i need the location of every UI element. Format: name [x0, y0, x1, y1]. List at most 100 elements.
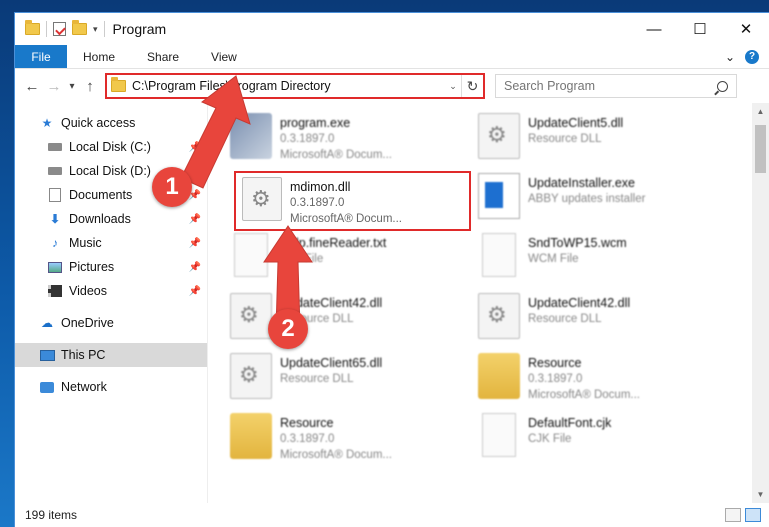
ribbon-right: ⌄ ?	[725, 45, 769, 68]
file-item[interactable]: UpdateClient65.dll Resource DLL	[230, 353, 460, 409]
tab-home[interactable]: Home	[67, 45, 131, 68]
file-name: SndToWP15.wcm	[528, 236, 627, 250]
address-dropdown-chevron-icon[interactable]: ⌄	[445, 81, 461, 92]
new-folder-icon[interactable]	[72, 20, 87, 35]
pin-icon[interactable]: 📌	[189, 286, 201, 297]
tiles-view-icon[interactable]	[745, 508, 761, 522]
file-item[interactable]: SndToWP15.wcm WCM File	[478, 233, 708, 289]
refresh-icon[interactable]: ↻	[461, 75, 483, 97]
minimize-button[interactable]: —	[631, 13, 677, 45]
nav-quick-access[interactable]: ★ Quick access	[15, 111, 207, 135]
navigation-pane: ★ Quick access Local Disk (C:) 📌 Local D…	[15, 103, 208, 503]
pin-icon[interactable]: 📌	[189, 238, 201, 249]
file-description: MicrosoftA® Docum...	[290, 213, 402, 225]
pin-icon[interactable]: 📌	[189, 142, 201, 153]
cloud-icon: ☁	[41, 316, 53, 330]
file-item[interactable]: Help.fineReader.txt TXT File	[230, 233, 460, 289]
dll-file-icon	[478, 113, 520, 159]
help-icon[interactable]: ?	[745, 49, 759, 64]
file-detail: 0.3.1897.0	[280, 433, 335, 445]
file-name: UpdateClient42.dll	[280, 296, 383, 310]
address-path[interactable]: C:\Program Files\Program Directory	[132, 79, 445, 93]
file-detail: Resource DLL	[280, 373, 354, 385]
nav-label: Quick access	[61, 116, 136, 130]
search-box[interactable]	[495, 74, 737, 98]
dll-file-icon	[478, 293, 520, 339]
tab-share[interactable]: Share	[131, 45, 195, 68]
step-badge-2: 2	[268, 309, 308, 349]
search-input[interactable]	[504, 79, 717, 93]
tab-file[interactable]: File	[15, 45, 67, 68]
file-item[interactable]: DefaultFont.cjk CJK File	[478, 413, 708, 469]
nav-music[interactable]: ♪ Music 📌	[15, 231, 207, 255]
file-detail: CJK File	[528, 433, 572, 445]
maximize-button[interactable]: ☐	[677, 13, 723, 45]
item-count: 199 items	[25, 508, 78, 522]
address-bar[interactable]: C:\Program Files\Program Directory ⌄ ↻	[105, 73, 485, 99]
music-note-icon: ♪	[52, 236, 58, 250]
divider	[103, 21, 105, 37]
file-detail: MicrosoftA® Docum...	[528, 389, 640, 401]
text-file-icon	[234, 233, 268, 277]
picture-icon	[48, 261, 62, 273]
ribbon-expand-icon[interactable]: ⌄	[725, 50, 735, 64]
file-item[interactable]: Resource 0.3.1897.0 MicrosoftA® Docum...	[230, 413, 460, 469]
up-arrow-icon[interactable]: ↑	[79, 75, 101, 97]
address-row: ← → ▾ ↑ C:\Program Files\Program Directo…	[15, 69, 769, 103]
nav-label: This PC	[61, 348, 106, 362]
nav-onedrive[interactable]: ☁ OneDrive	[15, 311, 207, 335]
forward-arrow-icon[interactable]: →	[43, 75, 65, 97]
view-switcher	[725, 508, 761, 522]
nav-local-disk-c[interactable]: Local Disk (C:) 📌	[15, 135, 207, 159]
file-item[interactable]: UpdateClient42.dll Resource DLL	[478, 293, 708, 349]
details-view-icon[interactable]	[725, 508, 741, 522]
nav-network[interactable]: Network	[15, 375, 207, 399]
file-item[interactable]: UpdateClient42.dll Resource DLL	[230, 293, 460, 349]
scroll-down-icon[interactable]: ▼	[752, 486, 769, 503]
file-detail: WCM File	[528, 253, 579, 265]
file-item[interactable]: UpdateClient5.dll Resource DLL	[478, 113, 708, 169]
tab-view[interactable]: View	[195, 45, 253, 68]
film-icon	[48, 285, 62, 297]
divider	[46, 21, 47, 37]
file-name: program.exe	[280, 116, 351, 130]
pin-icon[interactable]: 📌	[189, 214, 201, 225]
nav-pictures[interactable]: Pictures 📌	[15, 255, 207, 279]
file-detail: 0.3.1897.0	[528, 373, 583, 385]
customize-toolbar-icon[interactable]: ▾	[93, 24, 98, 35]
recent-locations-chevron-icon[interactable]: ▾	[65, 75, 79, 97]
quick-access-toolbar: ▾	[15, 20, 105, 37]
pin-icon[interactable]: 📌	[189, 262, 201, 273]
scroll-thumb[interactable]	[755, 125, 766, 173]
nav-this-pc[interactable]: This PC	[15, 343, 207, 367]
file-item[interactable]: program.exe 0.3.1897.0 MicrosoftA® Docum…	[230, 113, 460, 169]
file-item[interactable]: UpdateInstaller.exe ABBY updates install…	[478, 173, 708, 229]
file-name: UpdateInstaller.exe	[528, 176, 636, 190]
generic-file-icon	[482, 233, 516, 277]
window-controls: — ☐ ✕	[631, 13, 769, 45]
nav-downloads[interactable]: ⬇ Downloads 📌	[15, 207, 207, 231]
vertical-scrollbar[interactable]: ▲ ▼	[752, 103, 769, 503]
highlighted-file-item[interactable]: mdimon.dll 0.3.1897.0 MicrosoftA® Docum.…	[234, 171, 471, 231]
nav-videos[interactable]: Videos 📌	[15, 279, 207, 303]
pin-icon[interactable]: 📌	[189, 166, 201, 177]
generic-file-icon	[482, 413, 516, 457]
nav-label: Documents	[69, 188, 133, 202]
search-icon[interactable]	[717, 80, 728, 92]
nav-label: Local Disk (C:)	[69, 140, 151, 154]
nav-label: Pictures	[69, 260, 115, 274]
file-name: Help.fineReader.txt	[280, 236, 387, 250]
properties-icon[interactable]	[53, 22, 66, 36]
scroll-up-icon[interactable]: ▲	[752, 103, 769, 120]
file-item[interactable]: Resource 0.3.1897.0 MicrosoftA® Docum...	[478, 353, 708, 409]
nav-label: Music	[69, 236, 102, 250]
resource-file-icon	[478, 353, 520, 399]
nav-label: Local Disk (D:)	[69, 164, 151, 178]
dll-file-icon	[230, 293, 272, 339]
file-detail: MicrosoftA® Docum...	[280, 149, 392, 161]
download-arrow-icon: ⬇	[49, 212, 61, 226]
network-icon	[40, 381, 54, 393]
back-arrow-icon[interactable]: ←	[21, 75, 43, 97]
close-button[interactable]: ✕	[723, 13, 769, 45]
file-detail: 0.3.1897.0	[280, 133, 335, 145]
